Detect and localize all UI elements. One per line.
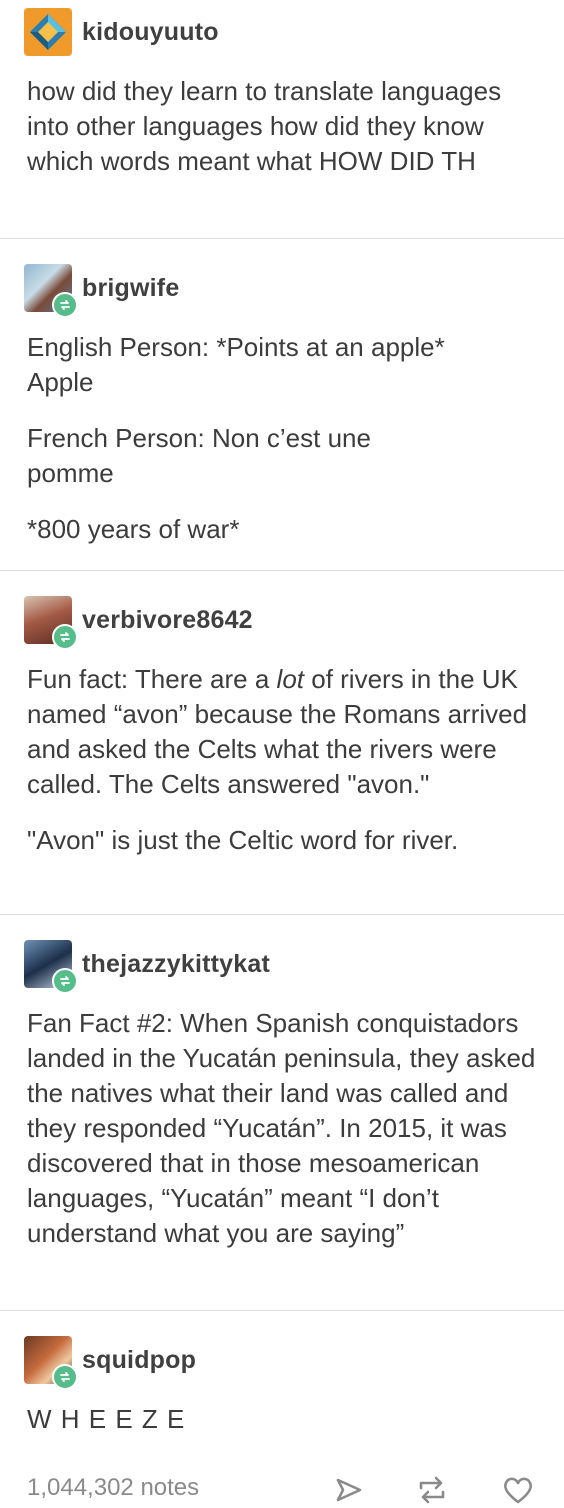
heart-icon[interactable] [500, 1472, 536, 1508]
username[interactable]: brigwife [82, 274, 179, 303]
username[interactable]: squidpop [82, 1346, 196, 1375]
post-paragraph: how did they learn to translate language… [27, 76, 502, 176]
post-paragraph: French Person: Non c’est une pomme [27, 423, 371, 488]
post-footer: 1,044,302 notes [0, 1466, 564, 1508]
post-header: kidouyuuto [24, 8, 219, 56]
reblog-badge-icon [52, 292, 78, 318]
post-body: Fun fact: There are a lot of rivers in t… [27, 662, 542, 858]
avatar[interactable] [24, 596, 78, 650]
post-paragraph: *800 years of war* [27, 514, 240, 544]
divider [0, 1310, 564, 1311]
divider [0, 570, 564, 571]
reblog-badge-icon [52, 624, 78, 650]
post-body: W H E E Z E [27, 1402, 542, 1437]
reblog-icon[interactable] [414, 1472, 450, 1508]
divider [0, 914, 564, 915]
diamond-logo-icon [30, 14, 66, 50]
reblog-badge-icon [52, 1364, 78, 1390]
post-body: how did they learn to translate language… [27, 74, 542, 179]
username[interactable]: thejazzykittykat [82, 950, 270, 979]
avatar[interactable] [24, 264, 78, 318]
post-header: verbivore8642 [24, 596, 253, 650]
post-header: brigwife [24, 264, 179, 318]
avatar[interactable] [24, 1336, 78, 1390]
share-icon[interactable] [330, 1472, 366, 1508]
avatar[interactable] [24, 8, 72, 56]
post-header: squidpop [24, 1336, 196, 1390]
username[interactable]: kidouyuuto [82, 18, 219, 47]
reblog-badge-icon [52, 968, 78, 994]
post-paragraph: "Avon" is just the Celtic word for river… [27, 825, 459, 855]
post-header: thejazzykittykat [24, 940, 270, 994]
username[interactable]: verbivore8642 [82, 606, 253, 635]
post-body: Fan Fact #2: When Spanish conquistadors … [27, 1006, 542, 1251]
post-paragraph: W H E E Z E [27, 1404, 186, 1434]
post-paragraph: English Person: *Points at an apple* App… [27, 332, 445, 397]
post-paragraph: Fan Fact #2: When Spanish conquistadors … [27, 1008, 536, 1248]
post-paragraph: Fun fact: There are a lot of rivers in t… [27, 664, 528, 799]
notes-count[interactable]: 1,044,302 notes [27, 1474, 199, 1502]
avatar[interactable] [24, 940, 78, 994]
post-body: English Person: *Points at an apple* App… [27, 330, 542, 547]
divider [0, 238, 564, 239]
